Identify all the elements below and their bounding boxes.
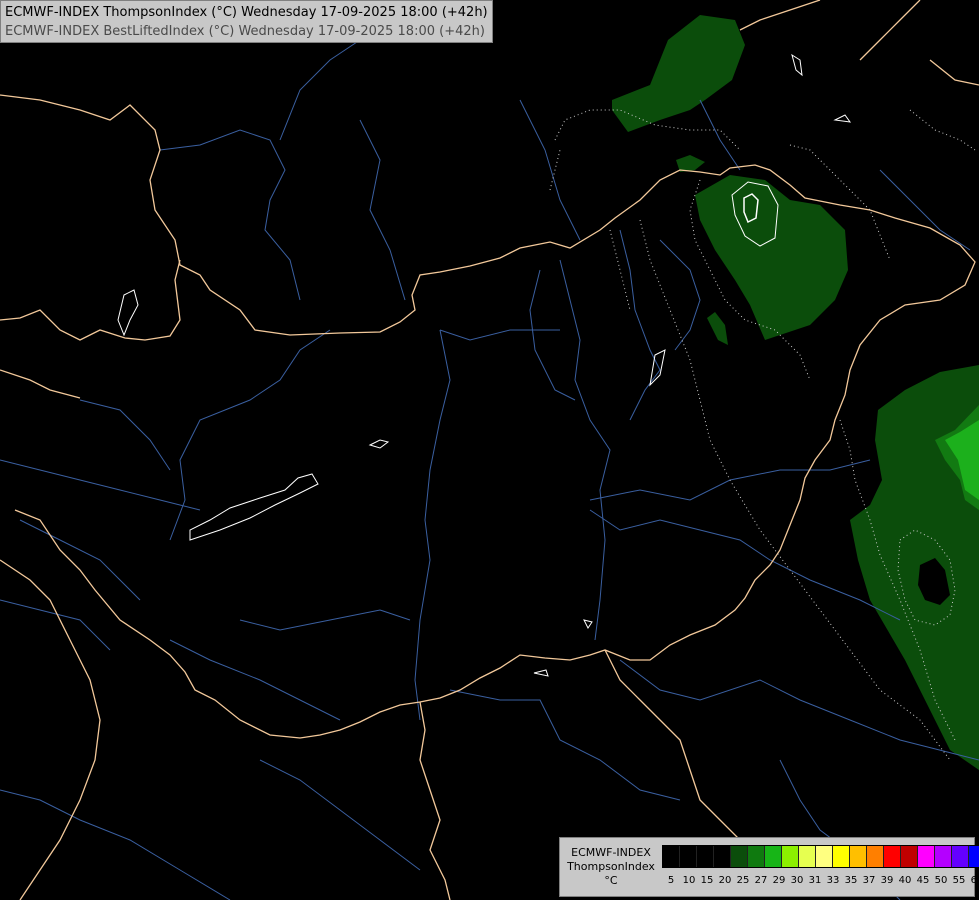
legend-color-bar: [662, 845, 979, 868]
legend-label-parameter: ThompsonIndex: [567, 860, 655, 873]
legend-tick-label: 31: [808, 875, 822, 886]
legend-swatch: [697, 846, 714, 867]
legend-tick-label: 10: [682, 875, 696, 886]
legend-swatch: [935, 846, 952, 867]
legend-tick-label: 20: [718, 875, 732, 886]
legend-swatch: [663, 846, 680, 867]
legend-swatch: [782, 846, 799, 867]
legend-swatch: [918, 846, 935, 867]
thompson-index-title: ECMWF-INDEX ThompsonIndex (°C) Wednesday…: [5, 5, 488, 20]
legend-tick-label: 29: [772, 875, 786, 886]
legend-swatch: [680, 846, 697, 867]
legend-swatch: [867, 846, 884, 867]
legend-tick-label: 33: [826, 875, 840, 886]
legend-tick-label: 27: [754, 875, 768, 886]
legend-tick-label: 60: [970, 875, 979, 886]
legend-swatch: [765, 846, 782, 867]
color-legend: ECMWF-INDEX ThompsonIndex °C 5 10 15 20 25 27…: [559, 837, 979, 897]
legend-tick-label: 25: [736, 875, 750, 886]
map-title-box: ECMWF-INDEX ThompsonIndex (°C) Wednesday…: [0, 0, 493, 43]
legend-swatch: [799, 846, 816, 867]
legend-tick-label: 50: [934, 875, 948, 886]
legend-label: ECMWF-INDEX ThompsonIndex °C: [563, 846, 659, 888]
legend-tick-label: 15: [700, 875, 714, 886]
legend-swatch: [884, 846, 901, 867]
legend-tick-label: 39: [880, 875, 894, 886]
legend-label-model: ECMWF-INDEX: [571, 846, 651, 859]
legend-swatch: [731, 846, 748, 867]
legend-label-unit: °C: [604, 874, 618, 887]
legend-swatch: [833, 846, 850, 867]
legend-swatch: [748, 846, 765, 867]
legend-tick-label: 5: [667, 875, 675, 886]
legend-tick-label: 37: [862, 875, 876, 886]
legend-tick-label: 40: [898, 875, 912, 886]
legend-tick-label: 30: [790, 875, 804, 886]
legend-tick-label: 45: [916, 875, 930, 886]
weather-map: [0, 0, 979, 900]
legend-swatch: [952, 846, 969, 867]
legend-tick-label: 35: [844, 875, 858, 886]
legend-swatch: [969, 846, 979, 867]
legend-ticks: 5 10 15 20 25 27 29 30 31 33 35 37 39 40 45 50 55 60: [662, 875, 979, 886]
legend-swatch: [816, 846, 833, 867]
legend-swatch: [901, 846, 918, 867]
legend-swatch: [850, 846, 867, 867]
legend-swatch: [714, 846, 731, 867]
lifted-index-title: ECMWF-INDEX BestLiftedIndex (°C) Wednesd…: [5, 24, 485, 39]
legend-tick-label: 55: [952, 875, 966, 886]
